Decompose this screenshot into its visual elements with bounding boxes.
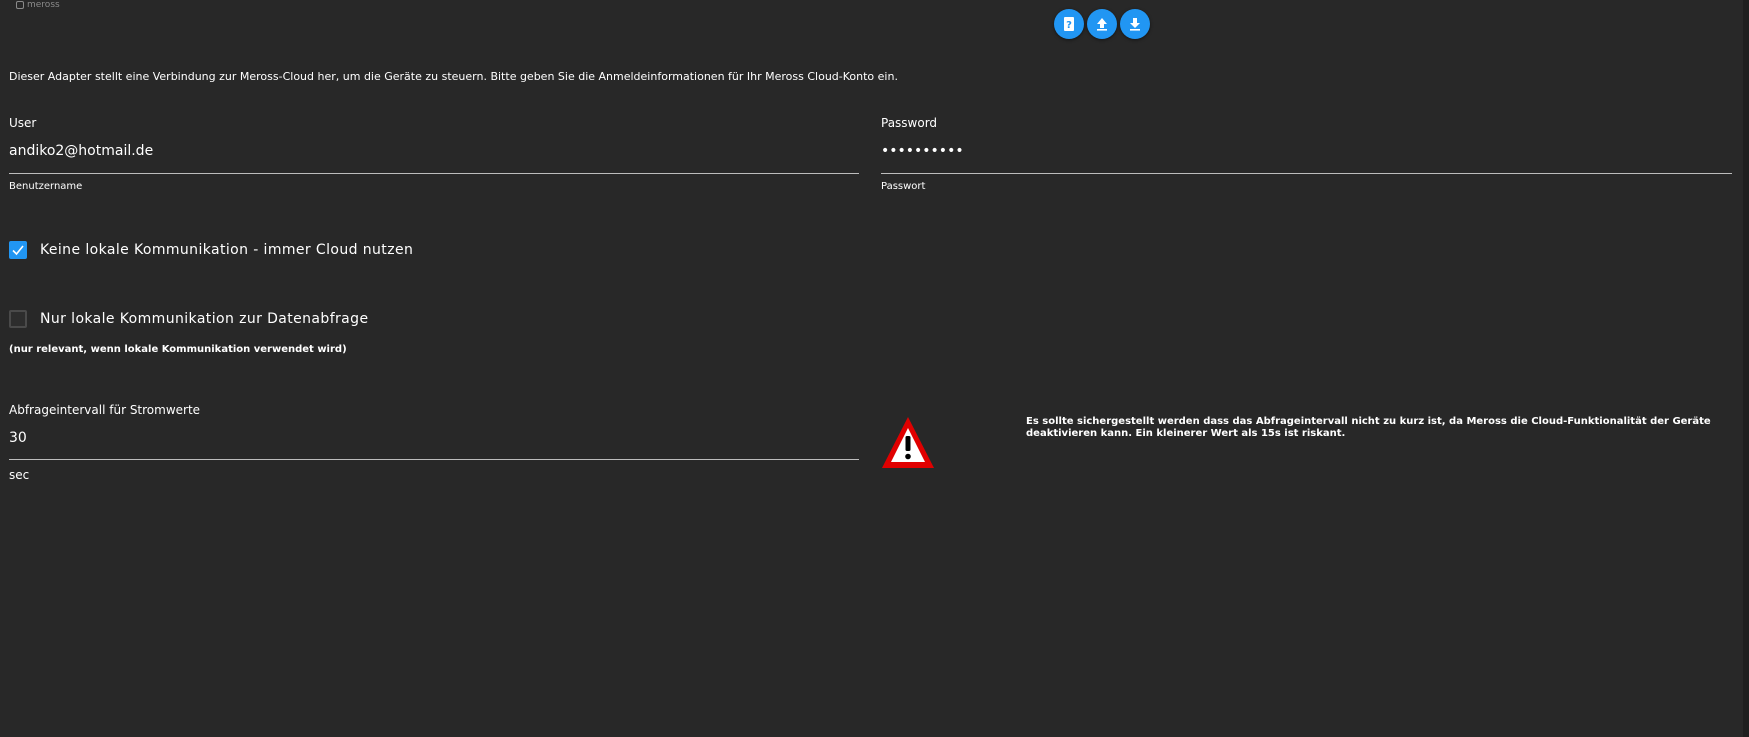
local-note: (nur relevant, wenn lokale Kommunikation… <box>9 344 347 355</box>
checkmark-icon <box>12 245 24 256</box>
warning-triangle-icon <box>882 417 934 468</box>
interval-underline <box>9 459 859 460</box>
meross-logo-icon <box>16 1 24 9</box>
svg-text:?: ? <box>1066 20 1072 31</box>
upload-icon <box>1097 18 1107 31</box>
user-input[interactable] <box>9 143 859 159</box>
password-label: Password <box>881 116 938 130</box>
interval-label: Abfrageintervall für Stromwerte <box>9 403 201 417</box>
password-underline <box>881 173 1732 174</box>
help-button[interactable]: ? <box>1054 9 1084 39</box>
brand-logo: meross <box>16 0 60 10</box>
interval-input[interactable] <box>9 430 859 446</box>
password-input[interactable]: •••••••••• <box>881 143 1731 159</box>
interval-unit: sec <box>9 468 30 482</box>
local-only-label[interactable]: Nur lokale Kommunikation zur Datenabfrag… <box>40 311 368 327</box>
upload-button[interactable] <box>1087 9 1117 39</box>
download-icon <box>1130 18 1140 31</box>
local-only-checkbox[interactable] <box>9 310 27 328</box>
user-underline <box>9 173 859 174</box>
download-button[interactable] <box>1120 9 1150 39</box>
password-helper: Passwort <box>881 181 926 192</box>
intro-text: Dieser Adapter stellt eine Verbindung zu… <box>9 70 898 83</box>
cloud-only-label[interactable]: Keine lokale Kommunikation - immer Cloud… <box>40 242 413 258</box>
user-helper: Benutzername <box>9 181 83 192</box>
cloud-only-checkbox[interactable] <box>9 241 27 259</box>
user-label: User <box>9 116 37 130</box>
warning-text: Es sollte sichergestellt werden dass das… <box>1026 416 1711 439</box>
brand-name: meross <box>27 0 60 10</box>
help-book-icon: ? <box>1064 17 1074 31</box>
scrollbar[interactable] <box>1743 0 1749 737</box>
